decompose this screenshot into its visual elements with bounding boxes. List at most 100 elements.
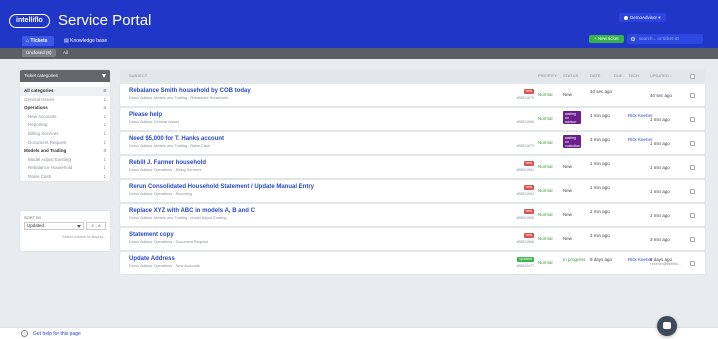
ticket-id: #58001666 — [516, 240, 534, 244]
row-checkbox[interactable] — [690, 165, 695, 170]
sidebar-item-label: Document Request — [28, 139, 67, 145]
new-ticket-button[interactable]: + New ticket — [589, 35, 624, 43]
sidebar-item[interactable]: Billing Services 1 — [20, 130, 110, 139]
table-row[interactable]: Update Address Demo Advisor Operations - … — [120, 252, 705, 274]
ticket-date: 3 min ago — [590, 137, 610, 142]
status-badge: new — [523, 89, 534, 94]
ticket-date: 4 min ago — [590, 113, 610, 118]
col-subject[interactable]: SUBJECT — [129, 70, 147, 82]
ticket-subject-link[interactable]: Rerun Consolidated Household Statement /… — [129, 184, 314, 190]
col-priority[interactable]: PRIORITY — [538, 70, 557, 82]
sidebar-item[interactable]: New Accounts 1 — [20, 113, 110, 122]
chat-button[interactable] — [657, 316, 677, 336]
sidebar-item[interactable]: General Issues 1 — [20, 96, 110, 105]
sidebar-item-count: 4 — [103, 105, 106, 111]
status-badge: new — [523, 209, 534, 214]
sidebar-item[interactable]: Operations 4 — [20, 104, 110, 113]
status-badge: new — [523, 161, 534, 166]
sidebar-item-label: Operations — [24, 105, 48, 111]
col-status[interactable]: STATUS — [563, 70, 578, 82]
user-icon — [624, 15, 628, 20]
sidebar-item-label: Rebalance Household — [28, 165, 73, 171]
ticket-id: #58001661 — [516, 168, 534, 172]
ticket-updated: 1 min ago — [650, 165, 670, 170]
table-row[interactable]: Need $5,000 for T. Hanks account Demo Adv… — [120, 132, 705, 154]
tab-tickets[interactable]: ⌂ Tickets — [22, 36, 54, 46]
ticket-updated: 1 min ago — [650, 141, 670, 146]
col-tech[interactable]: TECH — [628, 70, 639, 82]
ticket-meta: Demo Advisor Models and Trading - Rebala… — [129, 96, 228, 100]
category-sidebar: Ticket categories All categories 8 General… — [20, 70, 110, 181]
row-checkbox[interactable] — [690, 213, 695, 218]
ticket-date: 3 min ago — [590, 233, 610, 238]
ticket-subject-link[interactable]: Update Address — [129, 256, 175, 262]
sort-panel: SORT BY Updated Z→A Select column to dis… — [20, 211, 110, 251]
table-row[interactable]: Please help Demo Advisor General Issues #5… — [120, 108, 705, 130]
sidebar-item[interactable]: Models and Trading 3 — [20, 147, 110, 156]
sidebar-item[interactable]: Document Request 1 — [20, 139, 110, 148]
row-checkbox[interactable] — [690, 141, 695, 146]
search-input[interactable]: search... or ticket ID — [627, 34, 703, 44]
sort-direction-toggle[interactable]: Z→A — [86, 222, 106, 230]
row-checkbox[interactable] — [690, 261, 695, 266]
user-menu-button[interactable]: DemoAdvisor ▾ — [619, 13, 666, 22]
row-checkbox[interactable] — [690, 237, 695, 242]
ticket-priority: Normal — [538, 116, 553, 121]
sidebar-item-count: 1 — [103, 139, 106, 145]
ticket-priority: Normal — [538, 260, 553, 265]
sidebar-item-count: 1 — [103, 156, 106, 162]
search-icon — [631, 37, 635, 41]
sidebar-item[interactable]: Reporting 1 — [20, 121, 110, 130]
col-due[interactable]: DUE — [614, 70, 622, 82]
ticket-updated: 1 min ago — [650, 189, 670, 194]
footer: ? Get help for this page — [0, 327, 718, 339]
sidebar-item[interactable]: Rebalance Household 1 — [20, 164, 110, 173]
row-checkbox[interactable] — [690, 189, 695, 194]
ticket-tech-link[interactable]: Rick Keener — [628, 113, 653, 119]
intelliflo-logo[interactable]: intelliflo — [9, 14, 50, 28]
row-checkbox[interactable] — [690, 117, 695, 122]
ticket-meta: Demo Advisor Operations - Billing Servic… — [129, 168, 202, 172]
ticket-updated: 40 sec ago — [650, 93, 673, 98]
ticket-meta: Demo Advisor Models and Trading - Raise … — [129, 144, 211, 148]
ticket-updated: 3 min ago — [650, 237, 670, 242]
filter-unclosed[interactable]: Unclosed (8) — [22, 49, 56, 57]
ticket-subject-link[interactable]: Need $5,000 for T. Hanks account — [129, 136, 224, 142]
ticket-subject-link[interactable]: Replace XYZ with ABC in models A, B and … — [129, 208, 255, 214]
row-checkbox[interactable] — [690, 93, 695, 98]
ticket-date: 9 days ago — [590, 257, 613, 262]
table-row[interactable]: Statement copy Demo Advisor Operations - … — [120, 228, 705, 250]
search-placeholder: search... or ticket ID — [639, 36, 680, 41]
sidebar-item-count: 1 — [103, 96, 106, 102]
ticket-subject-link[interactable]: Rebill J. Farmer household — [129, 160, 206, 166]
table-row[interactable]: Rerun Consolidated Household Statement /… — [120, 180, 705, 202]
ticket-updated: 1 min ago — [650, 117, 670, 122]
chat-icon — [663, 322, 671, 329]
ticket-subject-link[interactable]: Statement copy — [129, 232, 174, 238]
ticket-tech-link[interactable]: Rick Keener — [628, 257, 653, 263]
ticket-subject-link[interactable]: Rebalance Smith household by COB today — [129, 88, 251, 94]
tab-knowledge-base[interactable]: ▤ Knowledge base — [60, 36, 111, 46]
col-date[interactable]: DATE — [590, 70, 600, 82]
ticket-priority: Normal — [538, 92, 553, 97]
sidebar-item[interactable]: Raise Cash 1 — [20, 173, 110, 182]
ticket-tech-link[interactable]: Rick Keener — [628, 137, 653, 143]
table-row[interactable]: Replace XYZ with ABC in models A, B and … — [120, 204, 705, 226]
sidebar-item[interactable]: Model Adjust Existing 1 — [20, 156, 110, 165]
table-row[interactable]: Rebalance Smith household by COB today De… — [120, 84, 705, 106]
ticket-priority: Normal — [538, 188, 553, 193]
sidebar-item[interactable]: All categories 8 — [20, 87, 110, 96]
ticket-subject-link[interactable]: Please help — [129, 112, 162, 118]
table-row[interactable]: Rebill J. Farmer household Demo Advisor O… — [120, 156, 705, 178]
sidebar-item-label: New Accounts — [28, 113, 57, 119]
ticket-status: New — [563, 164, 573, 169]
ticket-status: New — [563, 188, 573, 193]
filter-icon[interactable] — [102, 74, 106, 78]
ticket-date: 2 min ago — [590, 209, 610, 214]
select-all-checkbox[interactable] — [690, 74, 695, 79]
ticket-date: 1 min ago — [590, 161, 610, 166]
col-updated[interactable]: UPDATED ↓ — [650, 70, 672, 82]
filter-all[interactable]: All — [63, 49, 68, 57]
help-link[interactable]: Get help for this page — [33, 330, 81, 338]
sort-select[interactable]: Updated — [24, 222, 84, 230]
